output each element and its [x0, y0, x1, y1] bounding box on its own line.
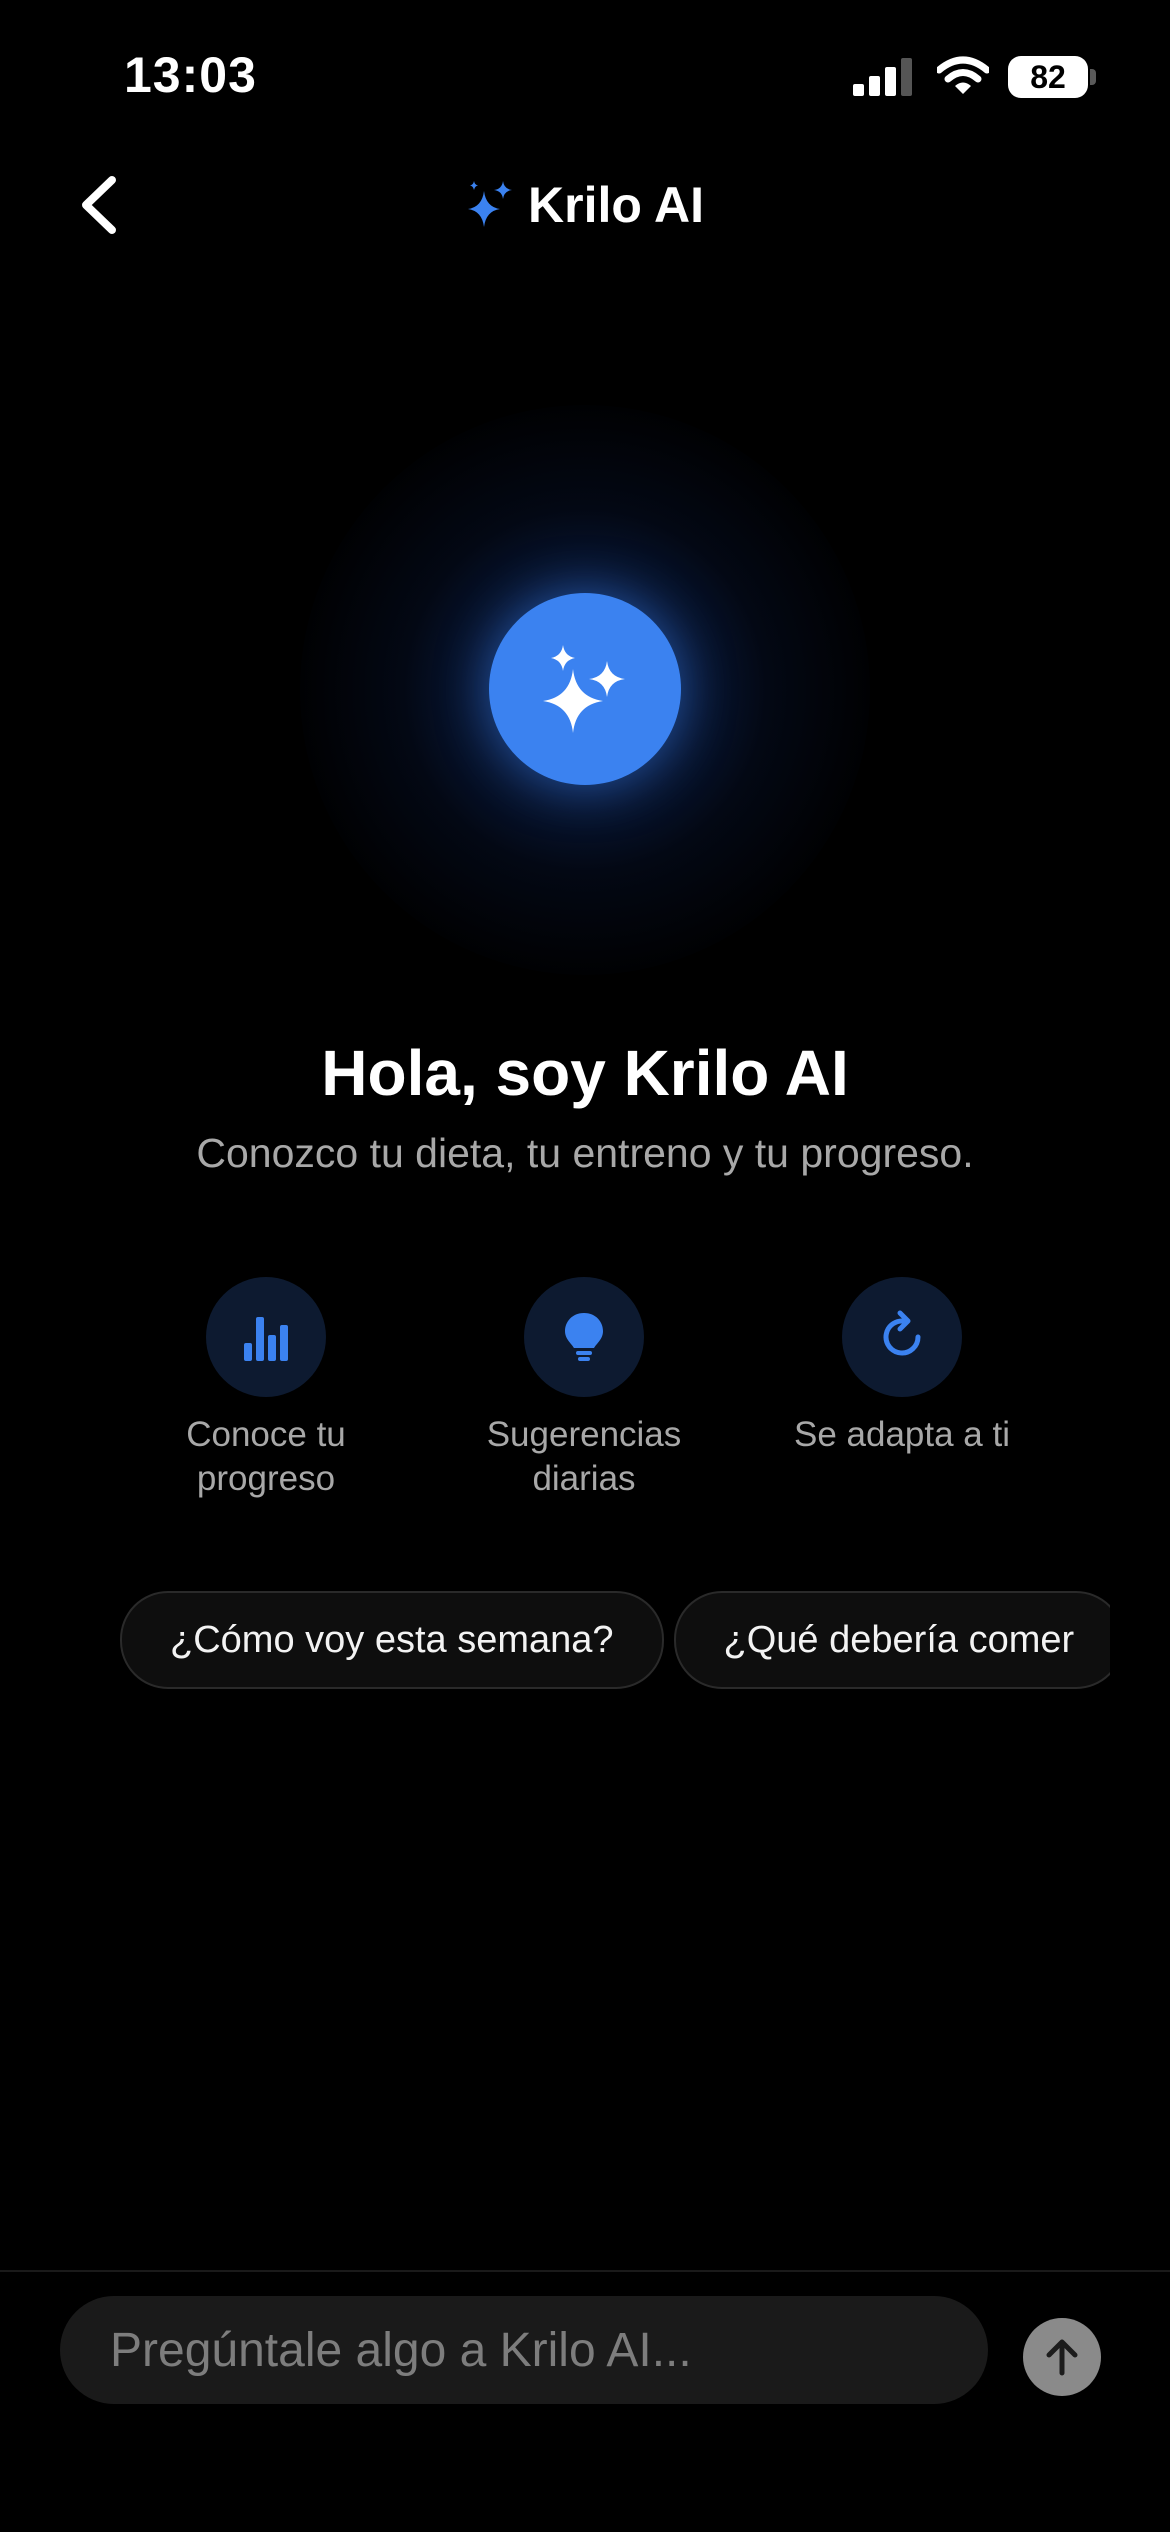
send-button[interactable] — [1023, 2318, 1101, 2396]
wifi-icon — [937, 56, 989, 94]
page-title: Krilo AI — [528, 177, 704, 233]
feature-adapts: Se adapta a ti — [752, 1277, 1052, 1457]
divider — [0, 2270, 1170, 2272]
message-input[interactable] — [108, 2321, 988, 2379]
lightbulb-icon — [565, 1313, 603, 1361]
signal-icon — [853, 58, 912, 96]
header-title: Krilo AI — [0, 172, 1170, 238]
sparkles-icon — [468, 181, 513, 227]
feature-icon-circle — [524, 1277, 644, 1397]
battery-level: 82 — [1030, 58, 1066, 95]
ai-orb — [489, 593, 681, 785]
suggestion-chip[interactable]: ¿Qué debería comer — [673, 1591, 1110, 1689]
sparkles-icon — [543, 645, 625, 733]
message-input-container[interactable] — [60, 2296, 988, 2404]
battery-tip — [1090, 69, 1096, 85]
feature-label: Sugerencias diarias — [486, 1415, 682, 1498]
battery-icon: 82 — [1008, 56, 1088, 98]
greeting-title: Hola, soy Krilo AI — [321, 1037, 849, 1109]
arrow-up-icon — [1046, 2339, 1078, 2376]
status-time: 13:03 — [124, 47, 257, 103]
suggestion-chips: ¿Cómo voy esta semana? ¿Qué debería comer — [120, 1591, 1110, 1689]
feature-icon-circle — [842, 1277, 962, 1397]
bar-chart-icon — [244, 1317, 288, 1361]
feature-label: Conoce tu progreso — [186, 1415, 346, 1498]
suggestion-chip[interactable]: ¿Cómo voy esta semana? — [120, 1591, 664, 1689]
feature-progress: Conoce tu progreso — [116, 1277, 416, 1501]
feature-icon-circle — [206, 1277, 326, 1397]
greeting-subtitle: Conozco tu dieta, tu entreno y tu progre… — [196, 1130, 974, 1176]
feature-label: Se adapta a ti — [794, 1415, 1010, 1454]
feature-suggestions: Sugerencias diarias — [434, 1277, 734, 1501]
refresh-icon — [883, 1310, 921, 1356]
